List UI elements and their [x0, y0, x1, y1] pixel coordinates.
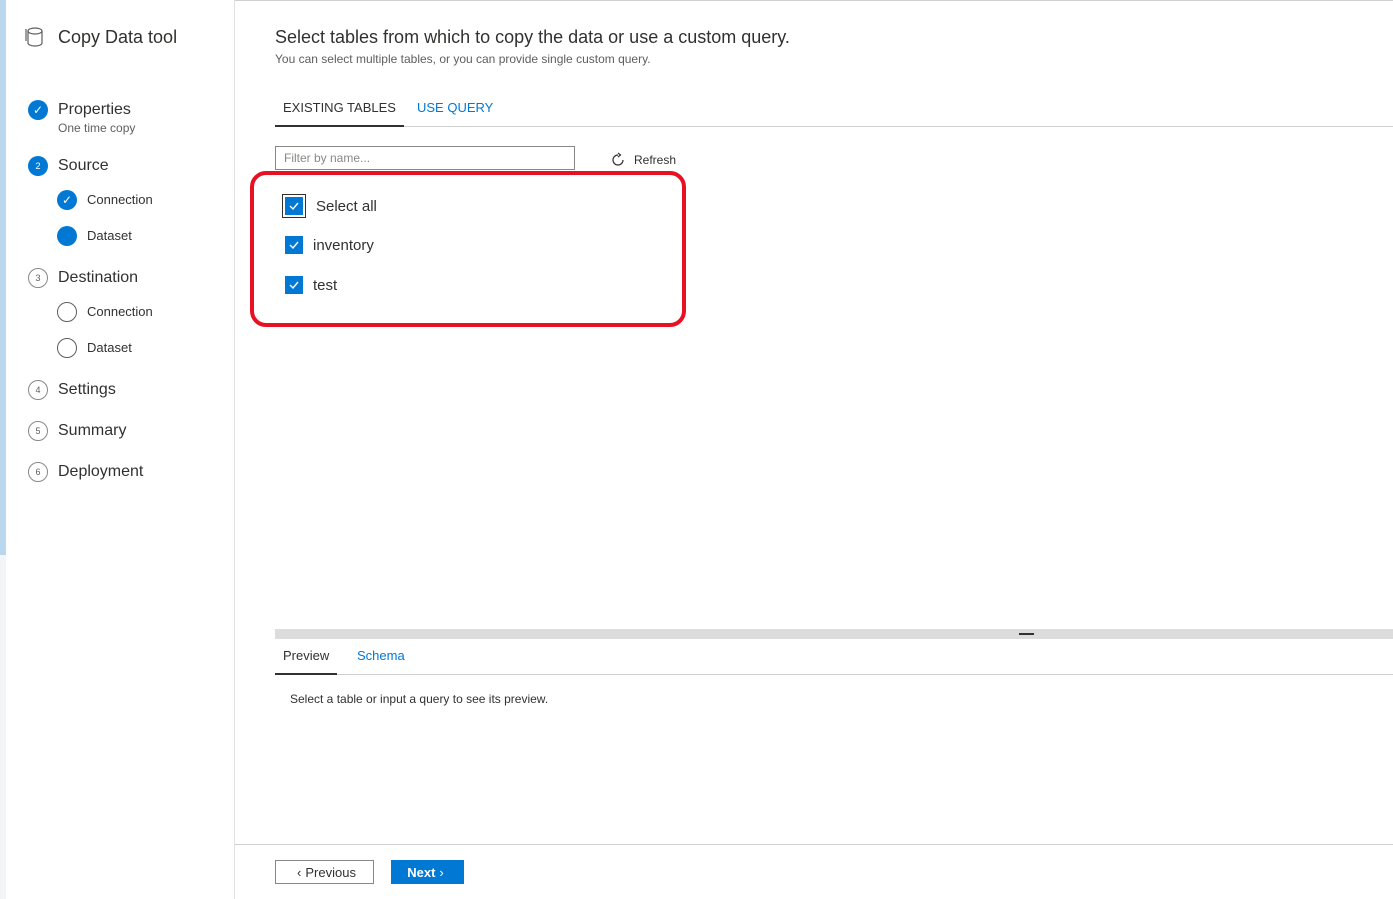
step-settings[interactable]: 4 Settings — [28, 380, 116, 400]
database-icon — [25, 27, 43, 47]
select-all-label: Select all — [316, 197, 377, 215]
tab-schema[interactable]: Schema — [349, 645, 413, 675]
step-properties-sublabel: One time copy — [58, 121, 136, 135]
chevron-right-icon: › — [439, 864, 444, 880]
step-number-badge: 2 — [28, 156, 48, 176]
substep-label: Dataset — [87, 340, 132, 355]
next-label: Next — [407, 864, 436, 880]
preview-tabs: Preview Schema — [275, 645, 1393, 675]
app-title-text: Copy Data tool — [58, 26, 178, 47]
step-source[interactable]: 2 Source — [28, 156, 109, 176]
chevron-left-icon: ‹ — [297, 864, 302, 880]
drag-handle-icon — [1019, 633, 1034, 635]
refresh-button[interactable]: Refresh — [610, 152, 676, 168]
preview-empty-message: Select a table or input a query to see i… — [290, 692, 549, 706]
step-properties-label: Properties — [58, 101, 131, 118]
app-title: Copy Data tool — [24, 26, 177, 48]
substep-destination-connection[interactable]: Connection — [57, 302, 153, 322]
checkbox-checked-icon — [285, 197, 303, 215]
substep-source-connection[interactable]: ✓ Connection — [57, 190, 153, 210]
next-button[interactable]: Next › — [391, 860, 464, 884]
table-name: test — [313, 276, 338, 294]
step-source-label: Source — [58, 157, 109, 174]
footer-divider — [235, 844, 1393, 845]
tab-use-query[interactable]: USE QUERY — [409, 96, 501, 127]
checkmark-icon: ✓ — [57, 190, 77, 210]
substep-source-dataset[interactable]: Dataset — [57, 226, 132, 246]
filter-input[interactable] — [275, 146, 575, 170]
wizard-sidebar: Copy Data tool ✓ Properties One time cop… — [6, 0, 235, 899]
page-title: Select tables from which to copy the dat… — [275, 27, 790, 47]
top-divider — [235, 0, 1393, 1]
step-settings-label: Settings — [58, 381, 116, 398]
table-checkbox-test[interactable]: test — [285, 276, 337, 294]
step-number-badge: 6 — [28, 462, 48, 482]
step-number-badge: 5 — [28, 421, 48, 441]
empty-circle-icon — [57, 302, 77, 322]
checkbox-checked-icon — [285, 236, 303, 254]
step-deployment-label: Deployment — [58, 463, 144, 480]
select-all-checkbox[interactable]: Select all — [282, 194, 377, 218]
step-number-badge: 4 — [28, 380, 48, 400]
substep-label: Connection — [87, 304, 153, 319]
substep-label: Dataset — [87, 228, 132, 243]
substep-label: Connection — [87, 192, 153, 207]
tab-preview[interactable]: Preview — [275, 645, 338, 675]
focus-ring — [282, 194, 306, 218]
checkbox-checked-icon — [285, 276, 303, 294]
step-destination-label: Destination — [58, 269, 139, 286]
active-step-dot-icon — [57, 226, 77, 246]
tab-existing-tables[interactable]: EXISTING TABLES — [275, 96, 404, 127]
resize-splitter[interactable] — [275, 629, 1393, 639]
substep-destination-dataset[interactable]: Dataset — [57, 338, 132, 358]
empty-circle-icon — [57, 338, 77, 358]
previous-label: Previous — [305, 864, 356, 880]
source-tabs: EXISTING TABLES USE QUERY — [275, 96, 1393, 127]
checkmark-icon: ✓ — [28, 100, 48, 120]
table-checkbox-inventory[interactable]: inventory — [285, 236, 374, 254]
step-number-badge: 3 — [28, 268, 48, 288]
step-summary[interactable]: 5 Summary — [28, 421, 126, 441]
step-properties[interactable]: ✓ Properties One time copy — [28, 100, 135, 135]
step-deployment[interactable]: 6 Deployment — [28, 462, 143, 482]
step-destination[interactable]: 3 Destination — [28, 268, 138, 288]
refresh-icon — [612, 152, 624, 166]
page-subtitle: You can select multiple tables, or you c… — [275, 52, 651, 66]
step-summary-label: Summary — [58, 422, 127, 439]
previous-button[interactable]: ‹ Previous — [275, 860, 374, 884]
refresh-label: Refresh — [634, 153, 677, 167]
table-name: inventory — [313, 236, 374, 254]
